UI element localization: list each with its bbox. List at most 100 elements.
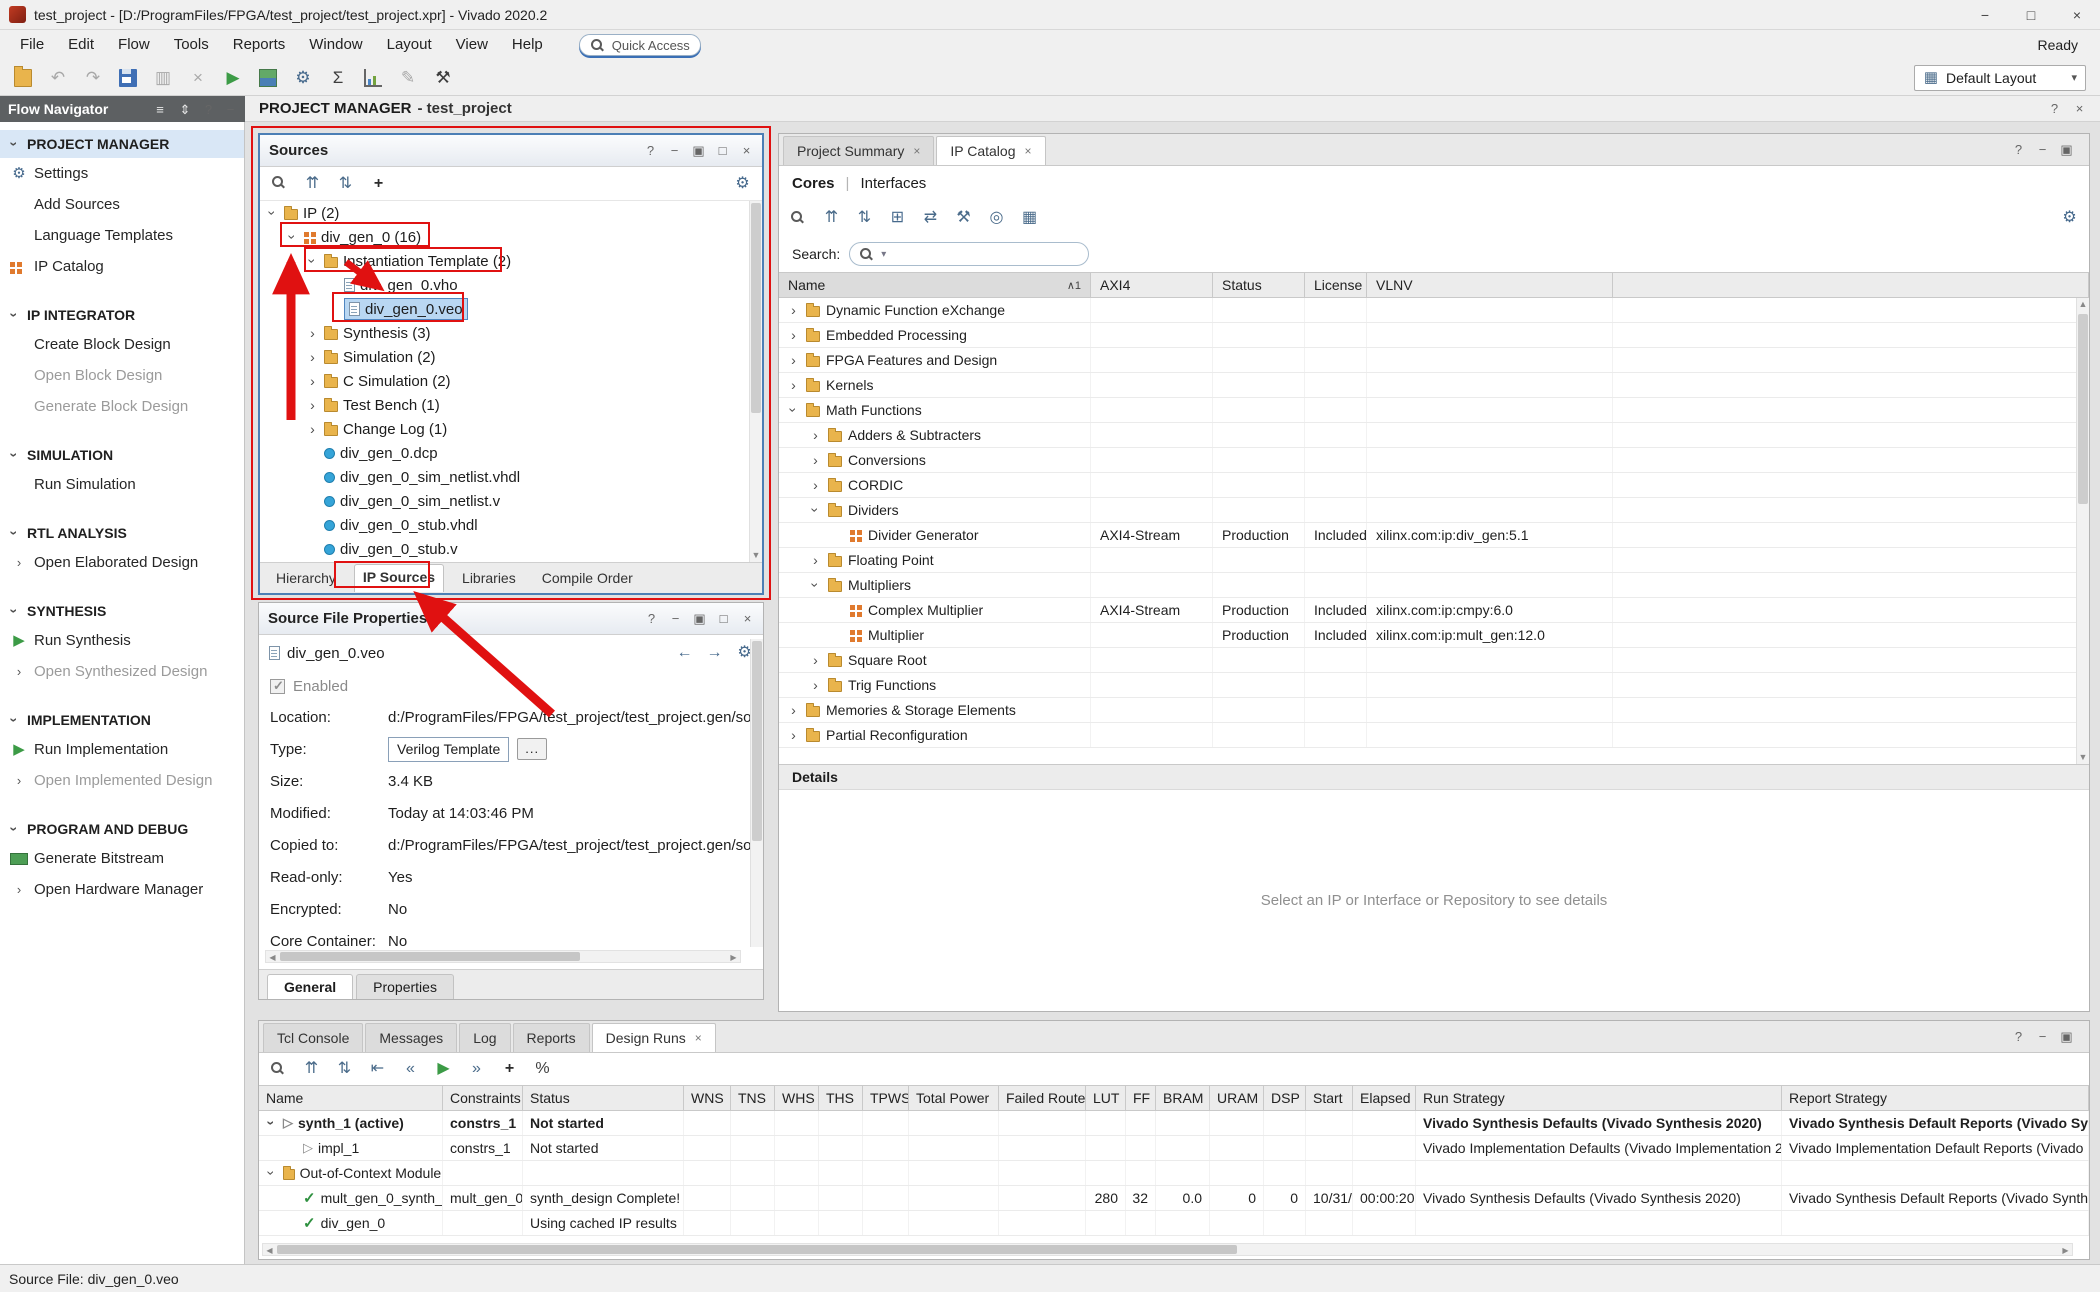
- scrollbar-thumb[interactable]: [277, 1245, 1237, 1254]
- column-header-status[interactable]: Status: [523, 1086, 684, 1110]
- tree-item-synthesis-3[interactable]: ›Synthesis (3): [260, 321, 762, 345]
- maximize-icon[interactable]: □: [716, 143, 729, 159]
- dock-icon[interactable]: ≡: [152, 101, 168, 117]
- sort-icon[interactable]: ⇄: [922, 210, 939, 227]
- tree-item-c-simulation-2[interactable]: ›C Simulation (2): [260, 369, 762, 393]
- column-header-bram[interactable]: BRAM: [1156, 1086, 1210, 1110]
- menu-tools[interactable]: Tools: [162, 30, 221, 60]
- close-icon[interactable]: ×: [2073, 101, 2086, 117]
- customize-icon[interactable]: ⚒: [955, 210, 972, 227]
- tree-item-change-log-1[interactable]: ›Change Log (1): [260, 417, 762, 441]
- minimize-icon[interactable]: −: [668, 143, 681, 159]
- column-header-failed-routes[interactable]: Failed Routes: [999, 1086, 1086, 1110]
- catalog-row-divider-generator[interactable]: Divider GeneratorAXI4-StreamProductionIn…: [779, 523, 2089, 548]
- tree-item-div-gen-0-stub-v[interactable]: div_gen_0_stub.v: [260, 537, 762, 561]
- column-header-tns[interactable]: TNS: [731, 1086, 775, 1110]
- scrollbar-vertical[interactable]: ▼: [749, 201, 762, 562]
- collapse-all-icon[interactable]: ⇈: [303, 1061, 320, 1078]
- tree-item-ip-2[interactable]: ›IP (2): [260, 201, 762, 225]
- run-row-div-gen-0[interactable]: ✓div_gen_0Using cached IP results: [259, 1211, 2089, 1236]
- scrollbar-thumb[interactable]: [280, 952, 580, 961]
- section-expander-icon[interactable]: ›: [7, 714, 23, 727]
- maximize-icon[interactable]: □: [2008, 0, 2054, 29]
- flow-section-header-project-manager[interactable]: ›PROJECT MANAGER: [0, 130, 244, 158]
- wrench-icon[interactable]: ⚒: [434, 69, 452, 87]
- flow-item-settings[interactable]: ⚙Settings: [0, 158, 244, 189]
- flow-section-header-simulation[interactable]: ›SIMULATION: [0, 441, 244, 469]
- catalog-row-trig-functions[interactable]: ›Trig Functions: [779, 673, 2089, 698]
- tab-reports[interactable]: Reports: [513, 1023, 590, 1052]
- menu-window[interactable]: Window: [297, 30, 374, 60]
- tree-expander-icon[interactable]: ›: [787, 727, 800, 743]
- catalog-row-kernels[interactable]: ›Kernels: [779, 373, 2089, 398]
- tree-item-div-gen-0-16[interactable]: ›div_gen_0 (16): [260, 225, 762, 249]
- expand-collapse-icon[interactable]: ⇕: [177, 101, 193, 117]
- float-icon[interactable]: ▣: [2060, 1029, 2073, 1045]
- catalog-row-floating-point[interactable]: ›Floating Point: [779, 548, 2089, 573]
- prev-icon[interactable]: «: [402, 1061, 419, 1078]
- tree-item-div-gen-0-vho[interactable]: div_gen_0.vho: [260, 273, 762, 297]
- settings-icon[interactable]: ⚙: [2061, 210, 2078, 227]
- catalog-search-input[interactable]: ▾: [849, 242, 1089, 266]
- flow-item-generate-block-design[interactable]: Generate Block Design: [0, 391, 244, 422]
- minimize-icon[interactable]: −: [669, 611, 682, 627]
- tab-project-summary[interactable]: Project Summary×: [783, 136, 934, 165]
- tab-hierarchy[interactable]: Hierarchy: [268, 566, 344, 590]
- tree-expander-icon[interactable]: ›: [809, 552, 822, 568]
- column-header-axi4[interactable]: AXI4: [1091, 273, 1213, 297]
- expand-all-icon[interactable]: ⇅: [336, 1061, 353, 1078]
- tab-ip-sources[interactable]: IP Sources: [354, 564, 444, 592]
- catalog-row-adders-subtracters[interactable]: ›Adders & Subtracters: [779, 423, 2089, 448]
- column-header-ths[interactable]: THS: [819, 1086, 863, 1110]
- settings-icon[interactable]: ⚙: [294, 69, 312, 87]
- tree-expander-icon[interactable]: ›: [306, 373, 319, 389]
- tab-messages[interactable]: Messages: [365, 1023, 457, 1052]
- tree-expander-icon[interactable]: ›: [809, 427, 822, 443]
- flow-item-ip-catalog[interactable]: IP Catalog: [0, 251, 244, 282]
- tree-expander-icon[interactable]: ›: [808, 579, 824, 592]
- flow-item-create-block-design[interactable]: Create Block Design: [0, 329, 244, 360]
- search-icon[interactable]: [271, 175, 288, 192]
- tree-expander-icon[interactable]: ›: [809, 452, 822, 468]
- close-icon[interactable]: ×: [695, 1031, 702, 1045]
- minimize-icon[interactable]: −: [2036, 1029, 2049, 1045]
- column-header-dsp[interactable]: DSP: [1264, 1086, 1306, 1110]
- subtab-interfaces[interactable]: Interfaces: [860, 175, 926, 192]
- help-icon[interactable]: ?: [2012, 1029, 2025, 1045]
- help-icon[interactable]: ?: [2048, 101, 2061, 117]
- section-expander-icon[interactable]: ›: [7, 823, 23, 836]
- scrollbar-horizontal[interactable]: ◀ ▶: [262, 1243, 2073, 1256]
- tree-item-test-bench-1[interactable]: ›Test Bench (1): [260, 393, 762, 417]
- scroll-right-icon[interactable]: ▶: [2059, 1244, 2072, 1257]
- float-icon[interactable]: ▣: [2060, 142, 2073, 158]
- target-icon[interactable]: ◎: [988, 210, 1005, 227]
- tree-item-div-gen-0-veo[interactable]: div_gen_0.veo: [260, 297, 762, 321]
- tree-expander-icon[interactable]: ›: [786, 404, 802, 417]
- enabled-checkbox[interactable]: [270, 679, 285, 694]
- save-icon[interactable]: [119, 69, 137, 87]
- scroll-right-icon[interactable]: ▶: [727, 951, 740, 964]
- tree-expander-icon[interactable]: ›: [305, 255, 321, 268]
- tree-expander-icon[interactable]: ›: [265, 207, 281, 220]
- column-header-license[interactable]: License: [1305, 273, 1367, 297]
- flow-item-run-simulation[interactable]: Run Simulation: [0, 469, 244, 500]
- scrollbar-vertical[interactable]: ▲ ▼: [2076, 298, 2089, 764]
- scroll-down-icon[interactable]: ▼: [750, 549, 762, 562]
- column-header-status[interactable]: Status: [1213, 273, 1305, 297]
- forward-icon[interactable]: →: [706, 645, 723, 662]
- column-header-elapsed[interactable]: Elapsed: [1353, 1086, 1416, 1110]
- redo-icon[interactable]: ↷: [84, 69, 102, 87]
- catalog-row-fpga-features-and-design[interactable]: ›FPGA Features and Design: [779, 348, 2089, 373]
- tree-expander-icon[interactable]: ›: [787, 352, 800, 368]
- panel-icon[interactable]: ▦: [1021, 210, 1038, 227]
- collapse-all-icon[interactable]: ⇈: [823, 210, 840, 227]
- first-icon[interactable]: ⇤: [369, 1061, 386, 1078]
- scrollbar-vertical[interactable]: [750, 639, 763, 947]
- menu-reports[interactable]: Reports: [221, 30, 298, 60]
- column-header-constraints[interactable]: Constraints: [443, 1086, 523, 1110]
- section-expander-icon[interactable]: ›: [7, 605, 23, 618]
- catalog-row-complex-multiplier[interactable]: Complex MultiplierAXI4-StreamProductionI…: [779, 598, 2089, 623]
- section-expander-icon[interactable]: ›: [7, 449, 23, 462]
- catalog-row-cordic[interactable]: ›CORDIC: [779, 473, 2089, 498]
- tree-expander-icon[interactable]: ›: [809, 652, 822, 668]
